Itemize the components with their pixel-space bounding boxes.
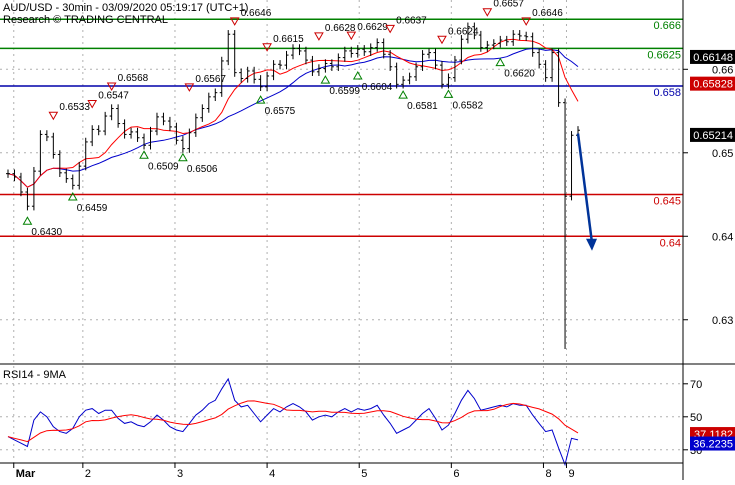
last-value-label: 0.65828	[693, 79, 733, 91]
level-label: 0.64	[660, 237, 681, 249]
rsi-label: RSI14 - 9MA	[3, 369, 67, 381]
price-tick-label: 0.64	[712, 231, 733, 243]
swing-low-label: 0.6620	[504, 69, 535, 80]
swing-low-label: 0.6506	[187, 164, 218, 175]
swing-high-label: 0.6629	[357, 22, 388, 33]
time-tick-label: 2	[85, 468, 91, 480]
swing-low-label: 0.6582	[452, 100, 483, 111]
level-label: 0.666	[653, 20, 681, 32]
chart-svg: 0.6660.66250.6580.6450.64 0.64300.65330.…	[0, 0, 735, 480]
swing-low-label: 0.6581	[407, 101, 438, 112]
rsi-last-value-label: 36.2235	[693, 439, 733, 451]
price-tick-label: 0.65	[712, 148, 733, 160]
price-tick-label: 0.63	[712, 315, 733, 327]
swing-high-label: 0.6567	[195, 74, 226, 85]
time-tick-label: 3	[177, 468, 183, 480]
chart-subtitle: Research © TRADING CENTRAL	[3, 14, 168, 26]
swing-high-label: 0.6646	[532, 8, 563, 19]
last-value-label: 0.65214	[693, 130, 733, 142]
level-label: 0.6625	[647, 49, 681, 61]
rsi-tick-label: 70	[690, 379, 702, 391]
time-tick-label: 4	[269, 468, 275, 480]
swing-low-label: 0.6604	[362, 82, 393, 93]
time-tick-label: 8	[545, 468, 551, 480]
swing-high-label: 0.6657	[493, 0, 524, 10]
swing-high-label: 0.6547	[98, 91, 129, 102]
level-label: 0.645	[653, 196, 681, 208]
last-value-label: 0.66148	[693, 52, 733, 64]
swing-high-label: 0.6624	[448, 26, 479, 37]
swing-low-label: 0.6575	[265, 106, 296, 117]
swing-high-label: 0.6615	[273, 34, 304, 45]
swing-high-label: 0.6533	[59, 102, 90, 113]
level-label: 0.658	[653, 87, 681, 99]
time-tick-label: 6	[453, 468, 459, 480]
chart-root: 0.666 0.6625 0.658 0.645 0.64 0.6430 0.6533 0.…	[0, 0, 735, 480]
chart-title: AUD/USD - 30min - 03/09/2020 05:19:17 (U…	[3, 2, 248, 14]
time-tick-label: 5	[361, 468, 367, 480]
swing-low-label: 0.6599	[329, 86, 360, 97]
chart-background	[0, 0, 735, 480]
swing-low-label: 0.6509	[148, 161, 179, 172]
rsi-tick-label: 50	[690, 412, 702, 424]
swing-low-label: 0.6459	[77, 203, 108, 214]
price-tick-label: 0.66	[712, 64, 733, 76]
time-tick-label: Mar	[16, 468, 36, 480]
swing-low-label: 0.6430	[31, 227, 62, 238]
swing-high-label: 0.6637	[396, 15, 427, 26]
swing-high-label: 0.6568	[118, 73, 149, 84]
time-tick-label: 9	[568, 468, 574, 480]
